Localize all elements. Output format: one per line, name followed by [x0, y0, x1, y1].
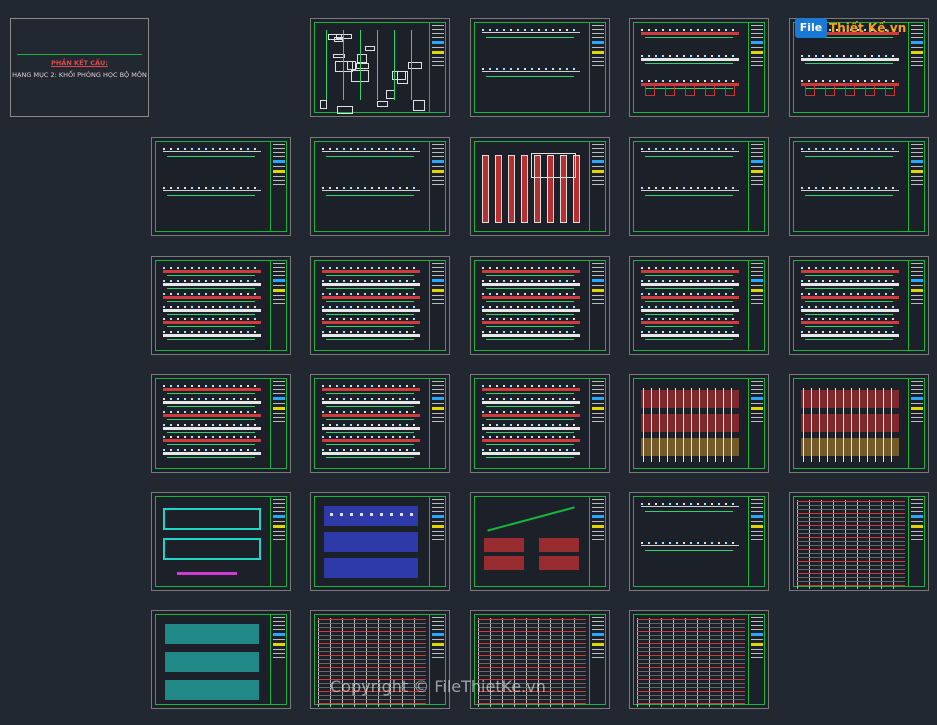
sheet-2-5[interactable]	[789, 137, 929, 236]
sheet-border	[474, 260, 606, 351]
sheet-5-4[interactable]	[629, 492, 769, 591]
title-block	[589, 141, 606, 232]
title-block	[748, 614, 765, 705]
title-block	[589, 22, 606, 113]
sheet-border	[474, 22, 606, 113]
sheet-3-1[interactable]	[151, 256, 291, 355]
title-block	[908, 496, 925, 587]
title-block	[429, 496, 446, 587]
sheet-border	[633, 141, 765, 232]
sheet-4-4[interactable]	[629, 374, 769, 473]
sheet-4-1[interactable]	[151, 374, 291, 473]
title-block	[270, 260, 287, 351]
title-block	[908, 141, 925, 232]
sheet-2-4[interactable]	[629, 137, 769, 236]
title-block	[429, 378, 446, 469]
sheet-border	[633, 496, 765, 587]
logo-name: Thiết Kế.vn	[829, 21, 907, 35]
sheet-border	[155, 378, 287, 469]
sheet-border	[155, 141, 287, 232]
sheet-2-2[interactable]	[310, 137, 450, 236]
sheet-4-3[interactable]	[470, 374, 610, 473]
title-block	[908, 378, 925, 469]
sheet-border	[633, 260, 765, 351]
sheet-1-3[interactable]	[629, 18, 769, 117]
sheet-border	[314, 260, 446, 351]
title-block	[589, 260, 606, 351]
cover-sheet[interactable]: PHẦN KẾT CẤU: HẠNG MỤC 2: KHỐI PHÒNG HỌC…	[10, 18, 149, 117]
title-block	[270, 378, 287, 469]
sheet-5-1[interactable]	[151, 492, 291, 591]
sheet-5-5[interactable]	[789, 492, 929, 591]
title-block	[748, 141, 765, 232]
sheet-3-2[interactable]	[310, 256, 450, 355]
title-block	[908, 260, 925, 351]
title-block	[748, 378, 765, 469]
sheet-border	[155, 260, 287, 351]
sheet-4-5[interactable]	[789, 374, 929, 473]
sheet-3-4[interactable]	[629, 256, 769, 355]
title-block	[589, 378, 606, 469]
sheet-border	[314, 141, 446, 232]
sheet-1-2[interactable]	[470, 18, 610, 117]
cover-subheading: HẠNG MỤC 2: KHỐI PHÒNG HỌC BỘ MÔN	[12, 71, 147, 79]
cover-divider	[17, 54, 142, 55]
title-block	[270, 141, 287, 232]
logo-mark: File	[795, 18, 827, 38]
title-block	[748, 260, 765, 351]
copyright-watermark: Copyright © FileThietKe.vn	[330, 677, 546, 696]
sheet-6-1[interactable]	[151, 610, 291, 709]
sheet-2-1[interactable]	[151, 137, 291, 236]
sheet-border	[793, 260, 925, 351]
sheet-3-3[interactable]	[470, 256, 610, 355]
title-block	[429, 141, 446, 232]
sheet-1-1[interactable]	[310, 18, 450, 117]
sheet-2-3[interactable]	[470, 137, 610, 236]
cover-heading: PHẦN KẾT CẤU:	[51, 59, 108, 67]
site-logo: File Thiết Kế.vn	[795, 14, 915, 40]
title-block	[429, 260, 446, 351]
title-block	[589, 496, 606, 587]
sheet-border	[474, 378, 606, 469]
sheet-border	[633, 22, 765, 113]
sheet-3-5[interactable]	[789, 256, 929, 355]
sheet-5-3[interactable]	[470, 492, 610, 591]
title-block	[589, 614, 606, 705]
sheet-border	[314, 378, 446, 469]
sheet-5-2[interactable]	[310, 492, 450, 591]
title-block	[270, 496, 287, 587]
title-block	[429, 22, 446, 113]
title-block	[748, 496, 765, 587]
sheet-6-4[interactable]	[629, 610, 769, 709]
sheet-border	[793, 141, 925, 232]
sheet-4-2[interactable]	[310, 374, 450, 473]
title-block	[748, 22, 765, 113]
title-block	[270, 614, 287, 705]
